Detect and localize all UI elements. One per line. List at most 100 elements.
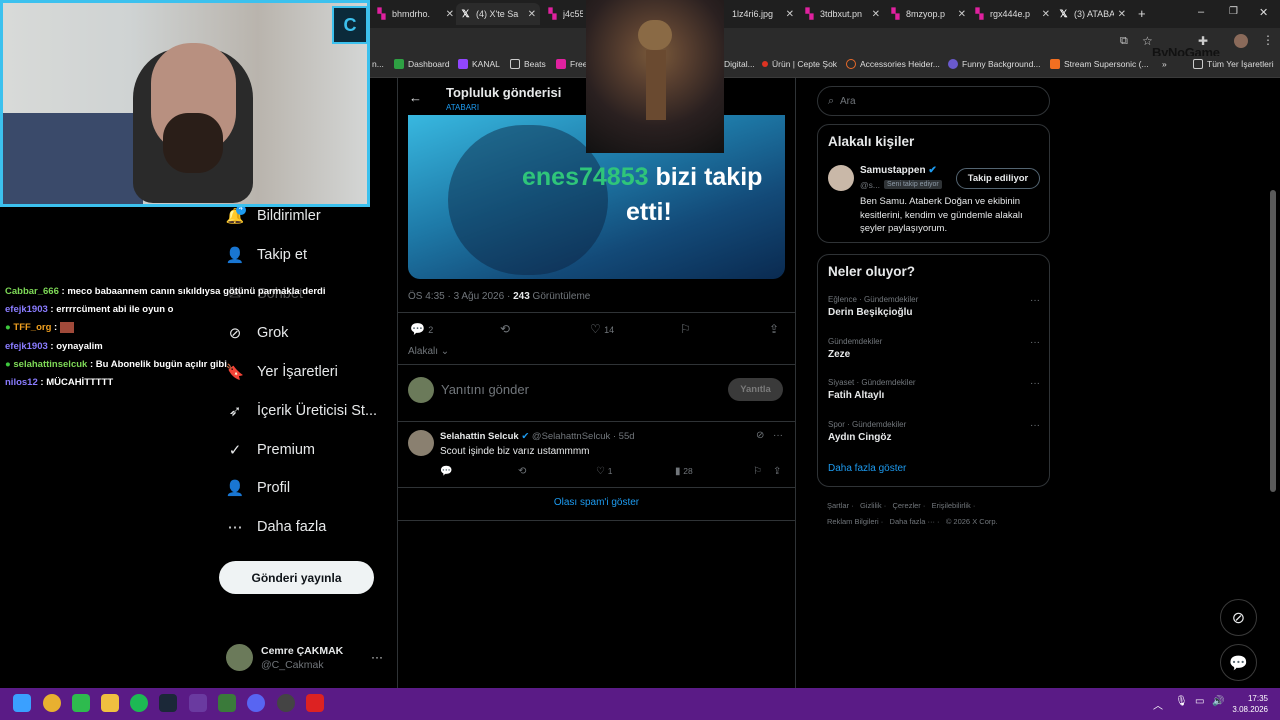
- bookmark[interactable]: n...: [372, 59, 384, 69]
- grok-float-button[interactable]: ⊘: [1220, 599, 1257, 636]
- nav-bookmarks[interactable]: 🔖 Yer İşaretleri: [226, 363, 338, 381]
- browser-tab[interactable]: 1lz4ri6.jpg ✕: [728, 3, 798, 25]
- footer-link[interactable]: Erişilebilirlik: [932, 501, 971, 510]
- reply-repost-icon[interactable]: ⟲: [518, 466, 526, 477]
- new-tab-button[interactable]: +: [1138, 6, 1146, 21]
- footer-link[interactable]: Daha fazla ···: [890, 517, 935, 526]
- person-name[interactable]: Samustappen ✔: [860, 165, 937, 176]
- bookmarks-overflow[interactable]: »: [1162, 59, 1167, 69]
- footer-link[interactable]: Çerezler: [892, 501, 920, 510]
- reply-action[interactable]: 💬 2: [410, 322, 433, 336]
- reply-button[interactable]: Yanıtla: [728, 378, 783, 401]
- chrome-icon[interactable]: [43, 694, 61, 712]
- nav-grok[interactable]: ⊘ Grok: [226, 324, 289, 342]
- clock-time[interactable]: 17:35: [1236, 694, 1268, 703]
- whatsapp-icon[interactable]: [72, 694, 90, 712]
- nav-premium[interactable]: ✓ Premium: [226, 441, 315, 459]
- scrollbar[interactable]: [1270, 190, 1276, 492]
- browser-tab[interactable]: 𝕏 (3) ATABA ✕: [1054, 3, 1130, 25]
- post-button[interactable]: Gönderi yayınla: [219, 561, 374, 594]
- back-arrow-icon[interactable]: ←: [409, 90, 422, 105]
- discord-icon[interactable]: [247, 694, 265, 712]
- reply-comment-icon[interactable]: 💬: [440, 466, 452, 477]
- close-icon[interactable]: ✕: [1042, 9, 1050, 20]
- bookmark[interactable]: Beats: [510, 59, 546, 69]
- bookmark[interactable]: Free: [556, 59, 587, 69]
- close-icon[interactable]: ✕: [786, 9, 794, 20]
- browser-tab-active[interactable]: 𝕏 (4) X'te Sa ✕: [456, 3, 540, 25]
- trend-item[interactable]: Gündemdekiler Zeze ···: [828, 337, 1040, 360]
- show-more-link[interactable]: Daha fazla göster: [828, 463, 906, 474]
- nav-profile[interactable]: 👤 Profil: [226, 479, 290, 497]
- app-icon[interactable]: [277, 694, 295, 712]
- trend-item[interactable]: Siyaset · Gündemdekiler Fatih Altaylı ··…: [828, 378, 1040, 401]
- close-icon[interactable]: ✕: [958, 9, 966, 20]
- maximize-button[interactable]: ❐: [1229, 6, 1238, 17]
- windows-start-icon[interactable]: [13, 694, 31, 712]
- video-icon[interactable]: [306, 694, 324, 712]
- nvidia-icon[interactable]: [218, 694, 236, 712]
- minimize-button[interactable]: –: [1198, 6, 1204, 18]
- nav-follow[interactable]: 👤 Takip et: [226, 246, 307, 264]
- like-action[interactable]: ♡ 14: [590, 322, 614, 336]
- bookmark[interactable]: Stream Supersonic (...: [1050, 59, 1149, 69]
- reply-share-icon[interactable]: ⇪: [773, 466, 781, 477]
- close-icon[interactable]: ✕: [528, 9, 536, 20]
- close-icon[interactable]: ✕: [872, 9, 880, 20]
- person-avatar[interactable]: [828, 165, 854, 191]
- bookmark[interactable]: Accessories Heider...: [846, 59, 940, 69]
- bookmark[interactable]: KANAL: [458, 59, 500, 69]
- following-button[interactable]: Takip ediliyor: [956, 168, 1040, 189]
- reply-name[interactable]: Selahattin Selcuk: [440, 431, 519, 442]
- cast-icon[interactable]: ⧉: [1120, 35, 1128, 48]
- footer-link[interactable]: Reklam Bilgileri: [827, 517, 879, 526]
- footer-link[interactable]: Şartlar: [827, 501, 849, 510]
- sort-dropdown[interactable]: Alakalı ⌄: [408, 346, 449, 357]
- clock-date[interactable]: 3.08.2026: [1226, 705, 1268, 714]
- account-more-icon[interactable]: ···: [371, 650, 383, 664]
- spotify-icon[interactable]: [130, 694, 148, 712]
- menu-icon[interactable]: ⋮: [1262, 33, 1274, 47]
- reply-views[interactable]: ▮ 28: [675, 466, 693, 477]
- file-explorer-icon[interactable]: [101, 694, 119, 712]
- reply-avatar[interactable]: [408, 430, 434, 456]
- nav-creator-studio[interactable]: ➶ İçerik Üreticisi St...: [226, 402, 377, 420]
- reply-input[interactable]: Yanıtını gönder: [441, 382, 529, 397]
- close-icon[interactable]: ✕: [446, 9, 454, 20]
- profile-avatar[interactable]: [1234, 34, 1248, 48]
- footer-link[interactable]: Gizlilik: [860, 501, 882, 510]
- obs-icon[interactable]: [189, 694, 207, 712]
- reply-more-icon[interactable]: ···: [773, 430, 783, 441]
- browser-tab[interactable]: ▚ rgx444e.p ✕: [970, 3, 1054, 25]
- browser-tab[interactable]: ▚ 8mzyop.p ✕: [886, 3, 970, 25]
- browser-tab[interactable]: ▚ bhmdrho. ✕: [372, 3, 458, 25]
- browser-tab[interactable]: ▚ 3tdbxut.pn ✕: [800, 3, 884, 25]
- reply-bookmark-icon[interactable]: ⚐: [753, 466, 762, 477]
- close-window-button[interactable]: ✕: [1259, 6, 1268, 19]
- bookmark[interactable]: Dashboard: [394, 59, 450, 69]
- bookmark[interactable]: Digital...: [724, 59, 755, 69]
- repost-icon[interactable]: ⟲: [500, 322, 510, 336]
- network-icon[interactable]: ▭: [1195, 696, 1204, 707]
- show-spam-link[interactable]: Olası spam'i göster: [397, 497, 796, 508]
- reply-like[interactable]: ♡ 1: [596, 466, 612, 477]
- browser-tab[interactable]: ▚ j4c55jz.: [543, 3, 587, 25]
- trend-item[interactable]: Eğlence · Gündemdekiler Derin Beşikçioğl…: [828, 295, 1040, 318]
- grok-icon[interactable]: ⊘: [756, 430, 764, 441]
- bookmark[interactable]: Ürün | Cepte Şok: [762, 59, 837, 69]
- share-icon[interactable]: ⇪: [769, 322, 779, 336]
- nav-more[interactable]: ⋯ Daha fazla: [226, 518, 327, 536]
- steam-icon[interactable]: [159, 694, 177, 712]
- all-bookmarks[interactable]: Tüm Yer İşaretleri: [1193, 59, 1274, 69]
- search-input[interactable]: ⌕ Ara: [817, 86, 1050, 116]
- account-name[interactable]: Cemre ÇAKMAK: [261, 645, 343, 657]
- tray-chevron-icon[interactable]: ︿: [1153, 697, 1163, 712]
- account-avatar[interactable]: [226, 644, 253, 671]
- bookmark[interactable]: Funny Background...: [948, 59, 1040, 69]
- mic-icon[interactable]: 🎙: [1175, 696, 1188, 707]
- page-subtitle[interactable]: ATABARI: [446, 103, 479, 112]
- close-icon[interactable]: ✕: [1118, 9, 1126, 20]
- messages-float-button[interactable]: 💬: [1220, 644, 1257, 681]
- bookmark-icon[interactable]: ⚐: [680, 322, 691, 336]
- volume-icon[interactable]: 🔊: [1212, 696, 1224, 707]
